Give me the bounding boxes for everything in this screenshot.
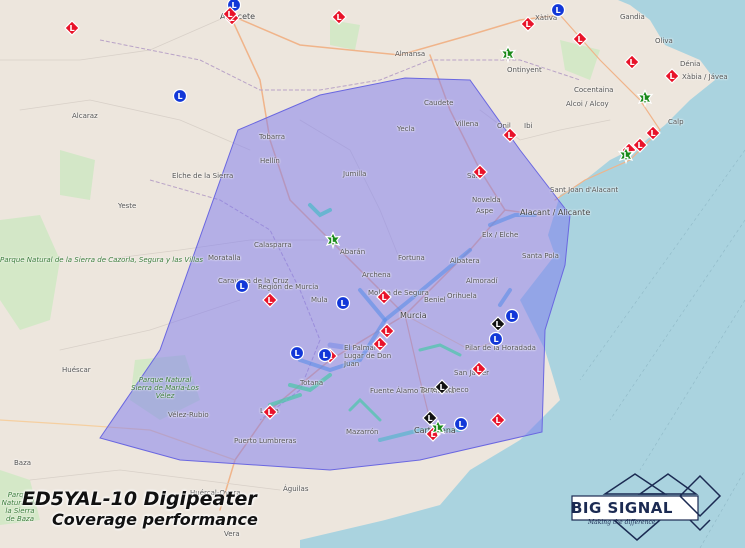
station-marker-black[interactable]: L bbox=[490, 316, 506, 332]
station-marker-green[interactable]: L bbox=[636, 89, 654, 108]
station-label: L bbox=[525, 20, 530, 29]
station-label: L bbox=[555, 6, 560, 15]
station-marker-red[interactable]: L bbox=[372, 336, 388, 352]
station-label: L bbox=[330, 236, 335, 245]
station-label: L bbox=[384, 327, 389, 336]
logo-name: BIG SIGNAL bbox=[571, 499, 673, 517]
station-marker-red[interactable]: L bbox=[502, 127, 518, 143]
station-marker-red[interactable]: L bbox=[664, 68, 680, 84]
station-label: L bbox=[69, 24, 74, 33]
station-marker-red[interactable]: L bbox=[379, 323, 395, 339]
station-label: L bbox=[477, 168, 482, 177]
station-label: L bbox=[322, 351, 327, 360]
station-marker-blue[interactable]: L bbox=[289, 345, 305, 361]
station-label: L bbox=[239, 282, 244, 291]
station-marker-blue[interactable]: L bbox=[504, 308, 520, 324]
station-label: L bbox=[340, 299, 345, 308]
station-marker-black[interactable]: L bbox=[422, 410, 438, 426]
station-label: L bbox=[495, 320, 500, 329]
station-label: L bbox=[495, 416, 500, 425]
station-label: L bbox=[637, 141, 642, 150]
station-label: L bbox=[577, 35, 582, 44]
station-marker-red[interactable]: L bbox=[376, 289, 392, 305]
station-label: L bbox=[629, 58, 634, 67]
station-marker-green[interactable]: L bbox=[324, 231, 342, 250]
logo-tagline: Making the difference bbox=[588, 519, 656, 526]
station-marker-red[interactable]: L bbox=[262, 404, 278, 420]
station-marker-green[interactable]: L bbox=[429, 419, 447, 438]
station-label: L bbox=[669, 72, 674, 81]
station-label: L bbox=[427, 414, 432, 423]
station-marker-black[interactable]: L bbox=[434, 379, 450, 395]
station-label: L bbox=[435, 424, 440, 433]
station-marker-red[interactable]: L bbox=[624, 54, 640, 70]
station-label: L bbox=[267, 408, 272, 417]
station-label: L bbox=[227, 10, 232, 19]
station-marker-blue[interactable]: L bbox=[234, 278, 250, 294]
station-marker-red[interactable]: L bbox=[490, 412, 506, 428]
station-marker-blue[interactable]: L bbox=[453, 416, 469, 432]
station-label: L bbox=[493, 335, 498, 344]
map-canvas[interactable]: Albacete Xàtiva Gandia Oliva Almansa Ont… bbox=[0, 0, 745, 548]
station-marker-blue[interactable]: L bbox=[550, 2, 566, 18]
station-marker-red[interactable]: L bbox=[472, 164, 488, 180]
station-marker-blue[interactable]: L bbox=[317, 347, 333, 363]
station-label: L bbox=[294, 349, 299, 358]
map-subtitle: Coverage performance bbox=[52, 510, 258, 529]
station-marker-red[interactable]: L bbox=[262, 292, 278, 308]
station-label: L bbox=[377, 340, 382, 349]
station-label: L bbox=[650, 129, 655, 138]
map-title: ED5YAL-10 Digipeater bbox=[22, 488, 257, 510]
station-label: L bbox=[336, 13, 341, 22]
station-marker-red[interactable]: L bbox=[331, 9, 347, 25]
station-label: L bbox=[439, 383, 444, 392]
station-label: L bbox=[642, 94, 647, 103]
station-marker-red[interactable]: L bbox=[520, 16, 536, 32]
station-label: L bbox=[507, 131, 512, 140]
station-label: L bbox=[476, 365, 481, 374]
station-marker-red[interactable]: L bbox=[645, 125, 661, 141]
station-marker-red[interactable]: L bbox=[471, 361, 487, 377]
station-marker-green[interactable]: L bbox=[499, 45, 517, 64]
station-label: L bbox=[623, 151, 628, 160]
station-marker-red[interactable]: L bbox=[572, 31, 588, 47]
station-marker-blue[interactable]: L bbox=[488, 331, 504, 347]
station-marker-blue[interactable]: L bbox=[335, 295, 351, 311]
station-label: L bbox=[381, 293, 386, 302]
station-marker-red[interactable]: L bbox=[64, 20, 80, 36]
station-label: L bbox=[177, 92, 182, 101]
station-label: L bbox=[505, 50, 510, 59]
station-label: L bbox=[509, 312, 514, 321]
station-label: L bbox=[267, 296, 272, 305]
stations-layer: LLLLLLLLLLLLLLLLLLLLLLLLLLLLLLLLLLLLLLLL bbox=[64, 0, 680, 442]
station-label: L bbox=[458, 420, 463, 429]
station-marker-blue[interactable]: L bbox=[172, 88, 188, 104]
